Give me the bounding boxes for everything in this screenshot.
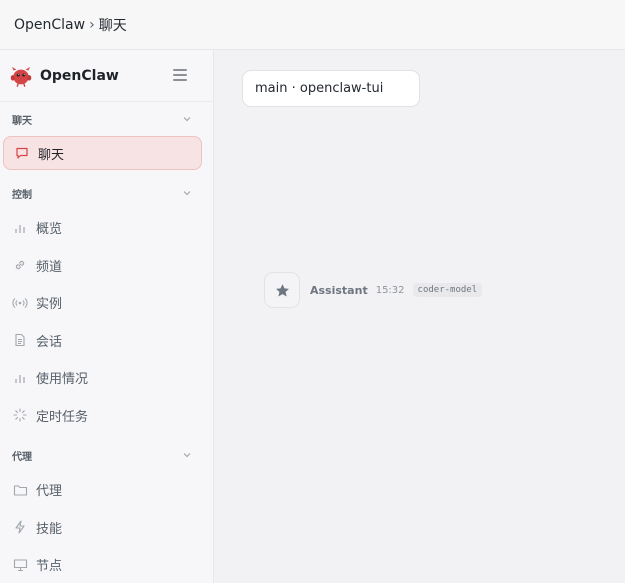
openclaw-logo-icon (10, 66, 32, 87)
brand-name: OpenClaw (40, 67, 119, 84)
sidebar-item-scheduled-tasks[interactable]: 定时任务 (0, 397, 213, 435)
brand[interactable]: OpenClaw (0, 50, 213, 102)
breadcrumb-separator: › (89, 16, 95, 33)
sidebar-item-overview[interactable]: 概览 (0, 209, 213, 247)
sidebar-item-label: 会话 (36, 334, 63, 350)
sidebar-item-label: 频道 (36, 259, 63, 275)
model-badge: coder-model (412, 283, 483, 297)
sidebar-item-skills[interactable]: 技能 (0, 509, 213, 547)
monitor-icon (12, 557, 28, 573)
chevron-down-icon (183, 191, 191, 196)
session-selector[interactable]: main · openclaw-tui (242, 70, 420, 107)
sidebar-item-nodes[interactable]: 节点 (0, 546, 213, 583)
star-icon (275, 283, 289, 296)
lightning-icon (12, 519, 28, 535)
sidebar-item-label: 实例 (36, 297, 63, 313)
document-icon (12, 332, 28, 348)
section-label: 聊天 (12, 115, 32, 127)
chat-main: main · openclaw-tui Assistant 15:32 code… (215, 50, 625, 583)
sidebar-item-label: 技能 (36, 521, 63, 537)
assistant-avatar (264, 272, 300, 308)
section-agents-header[interactable]: 代理 (0, 439, 213, 471)
sidebar-item-label: 概览 (36, 222, 63, 238)
sidebar-item-label: 聊天 (38, 147, 65, 163)
sidebar-item-label: 使用情况 (36, 372, 89, 388)
sidebar-item-channels[interactable]: 频道 (0, 247, 213, 285)
bar-chart-icon (12, 220, 28, 236)
session-label: main · openclaw-tui (255, 81, 384, 96)
sidebar-item-agents[interactable]: 代理 (0, 471, 213, 509)
sidebar-item-usage[interactable]: 使用情况 (0, 359, 213, 397)
broadcast-icon (12, 295, 28, 311)
bar-chart-icon (12, 370, 28, 386)
message-header: Assistant 15:32 coder-model (264, 272, 483, 308)
sidebar-item-sessions[interactable]: 会话 (0, 322, 213, 360)
chevron-down-icon (183, 453, 191, 458)
breadcrumb-current: 聊天 (98, 17, 127, 34)
breadcrumb: OpenClaw › 聊天 (0, 0, 625, 50)
sidebar-item-instances[interactable]: 实例 (0, 284, 213, 322)
loader-icon (12, 407, 28, 423)
link-icon (12, 257, 28, 273)
sidebar-item-label: 节点 (36, 559, 63, 575)
section-label: 代理 (12, 451, 32, 463)
chat-bubble-icon (14, 145, 30, 161)
breadcrumb-root[interactable]: OpenClaw (14, 17, 85, 33)
menu-toggle-icon[interactable] (173, 69, 187, 81)
section-chat-header[interactable]: 聊天 (0, 102, 213, 136)
section-label: 控制 (12, 189, 32, 201)
sidebar-item-chat[interactable]: 聊天 (3, 136, 202, 170)
sidebar: OpenClaw 聊天 聊天 控制 概览 频道 实例 会话 使用情况 定时任务 … (0, 50, 214, 583)
section-control-header[interactable]: 控制 (0, 177, 213, 209)
chevron-down-icon (183, 117, 191, 122)
folder-icon (12, 482, 28, 498)
message-timestamp: 15:32 (375, 284, 405, 296)
sidebar-item-label: 代理 (36, 484, 63, 500)
message-sender: Assistant (310, 283, 368, 297)
sidebar-item-label: 定时任务 (36, 409, 89, 425)
